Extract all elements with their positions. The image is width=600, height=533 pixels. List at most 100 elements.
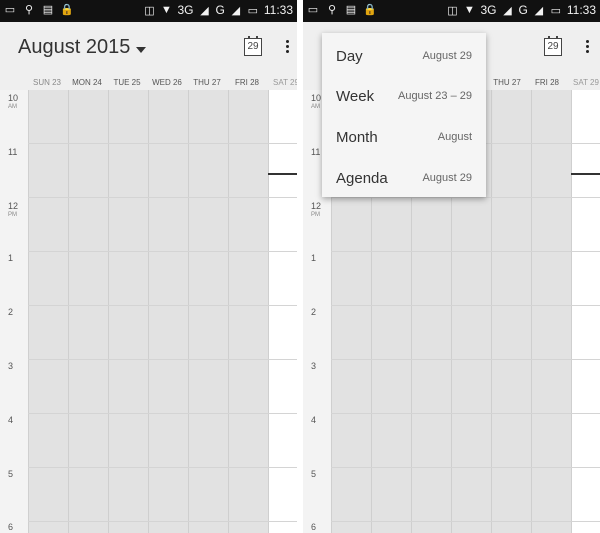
day-header-thu[interactable]: THU 27 — [487, 78, 527, 87]
battery-icon: ▭ — [550, 4, 562, 17]
hour-label: 2 — [8, 307, 14, 317]
hour-label: 3 — [8, 361, 14, 371]
hour-label: 5 — [311, 469, 317, 479]
week-grid[interactable]: 10 AM 11 12 PM 1 2 3 4 5 6 — [0, 90, 297, 533]
network-type: 3G — [480, 3, 497, 17]
vibrate-icon: ◫ — [447, 4, 458, 17]
hour-gridline — [28, 359, 297, 360]
menu-item-range: August 29 — [422, 172, 472, 184]
hour-gridline — [331, 521, 600, 522]
message-icon: ▤ — [345, 3, 357, 16]
lock-icon: 🔒 — [363, 3, 377, 16]
clock: 11:33 — [263, 3, 293, 17]
hour-label: 4 — [311, 415, 317, 425]
day-header-sat[interactable]: SAT 29 — [566, 78, 600, 87]
screenshot-icon: ▭ — [307, 3, 319, 16]
lock-icon: 🔒 — [60, 3, 74, 16]
day-header-wed[interactable]: WED 26 — [147, 78, 187, 87]
current-time-line — [268, 173, 297, 175]
app-screens: ▭ ⚲ ▤ 🔒 ◫ ▼ 3G ◢ G ◢ ▭ 11:33 August 2015 — [0, 0, 600, 533]
vibrate-icon: ◫ — [144, 4, 155, 17]
hour-gridline — [331, 251, 600, 252]
day-header-thu[interactable]: THU 27 — [187, 78, 227, 87]
status-bar-notifications: ▭ ⚲ ▤ 🔒 — [4, 3, 74, 16]
toolbar: August 2015 29 — [0, 22, 297, 74]
menu-item-week[interactable]: Week August 23 – 29 — [322, 75, 486, 115]
wifi-icon: ▼ — [464, 4, 475, 16]
day-header-sat[interactable]: SAT 29 — [266, 78, 297, 87]
menu-item-label: Agenda — [336, 170, 388, 187]
month-title: August 2015 — [18, 36, 131, 58]
hour-gridline — [28, 251, 297, 252]
day-header-mon[interactable]: MON 24 — [67, 78, 107, 87]
hour-gridline — [331, 305, 600, 306]
wifi-icon: ▼ — [161, 4, 172, 16]
day-header-sun[interactable]: SUN 23 — [27, 78, 67, 87]
hour-label: 1 — [311, 253, 317, 263]
signal-icon: ◢ — [503, 4, 512, 17]
signal-icon: ◢ — [231, 4, 241, 17]
signal-icon: ◢ — [200, 4, 209, 17]
signal-icon: ◢ — [534, 4, 544, 17]
day-header-fri[interactable]: FRI 28 — [227, 78, 267, 87]
hour-label: 2 — [311, 307, 317, 317]
day-header-fri[interactable]: FRI 28 — [527, 78, 567, 87]
hour-gridline — [28, 143, 297, 144]
hour-label: 4 — [8, 415, 14, 425]
hour-gridline — [331, 467, 600, 468]
today-button[interactable]: 29 — [244, 36, 262, 56]
hour-label: 12 PM — [8, 201, 19, 219]
hour-gridline — [331, 359, 600, 360]
usb-icon: ⚲ — [327, 3, 337, 16]
hour-label: 11 — [8, 147, 18, 157]
network-type: 3G — [177, 3, 194, 17]
view-mode-menu: Day August 29 Week August 23 – 29 Month … — [322, 33, 486, 197]
menu-item-day[interactable]: Day August 29 — [322, 35, 486, 75]
hour-gridline — [331, 197, 600, 198]
hour-label: 1 — [8, 253, 14, 263]
hour-label: 10 AM — [311, 93, 322, 111]
menu-item-label: Week — [336, 88, 375, 105]
hour-gridline — [28, 413, 297, 414]
menu-item-range: August 29 — [422, 50, 472, 62]
menu-item-range: August 23 – 29 — [397, 90, 472, 102]
hour-gridline — [28, 467, 297, 468]
today-date: 29 — [247, 41, 259, 52]
message-icon: ▤ — [42, 3, 54, 16]
week-day-header: SUN 23 MON 24 TUE 25 WED 26 THU 27 FRI 2… — [0, 74, 297, 90]
calendar-rings-icon — [548, 36, 558, 39]
hour-label: 6 — [8, 522, 14, 532]
screenshot-icon: ▭ — [4, 3, 16, 16]
today-date: 29 — [547, 41, 559, 52]
network-type-secondary: G — [215, 3, 225, 17]
dropdown-caret-icon — [136, 46, 147, 53]
hour-gridline — [28, 197, 297, 198]
battery-icon: ▭ — [247, 4, 259, 17]
status-bar: ▭ ⚲ ▤ 🔒 ◫ ▼ 3G ◢ G ◢ ▭ 11:33 — [0, 0, 297, 22]
menu-item-agenda[interactable]: Agenda August 29 — [322, 157, 486, 197]
hour-label: 3 — [311, 361, 317, 371]
hour-gridline — [28, 521, 297, 522]
overflow-menu-icon[interactable] — [285, 39, 289, 55]
status-bar: ▭ ⚲ ▤ 🔒 ◫ ▼ 3G ◢ G ◢ ▭ 11:33 — [303, 0, 600, 22]
network-type-secondary: G — [518, 3, 528, 17]
menu-item-label: Day — [336, 48, 363, 65]
current-time-line — [571, 173, 600, 175]
calendar-week-view-screen: ▭ ⚲ ▤ 🔒 ◫ ▼ 3G ◢ G ◢ ▭ 11:33 August 2015 — [0, 0, 297, 533]
calendar-rings-icon — [248, 36, 258, 39]
today-button[interactable]: 29 — [544, 36, 562, 56]
hour-gridline — [28, 305, 297, 306]
time-column: 10 AM 11 12 PM 1 2 3 4 5 6 — [0, 90, 28, 533]
menu-item-label: Month — [336, 129, 378, 146]
day-header-tue[interactable]: TUE 25 — [107, 78, 147, 87]
hour-label: 6 — [311, 522, 317, 532]
overflow-menu-icon[interactable] — [585, 39, 589, 55]
hour-label: 12 PM — [311, 201, 322, 219]
menu-item-month[interactable]: Month August — [322, 116, 486, 156]
hour-label: 5 — [8, 469, 14, 479]
hour-gridline — [331, 413, 600, 414]
hour-label: 10 AM — [8, 93, 19, 111]
usb-icon: ⚲ — [24, 3, 34, 16]
menu-item-range: August — [437, 131, 472, 143]
month-selector[interactable]: August 2015 — [18, 36, 147, 59]
